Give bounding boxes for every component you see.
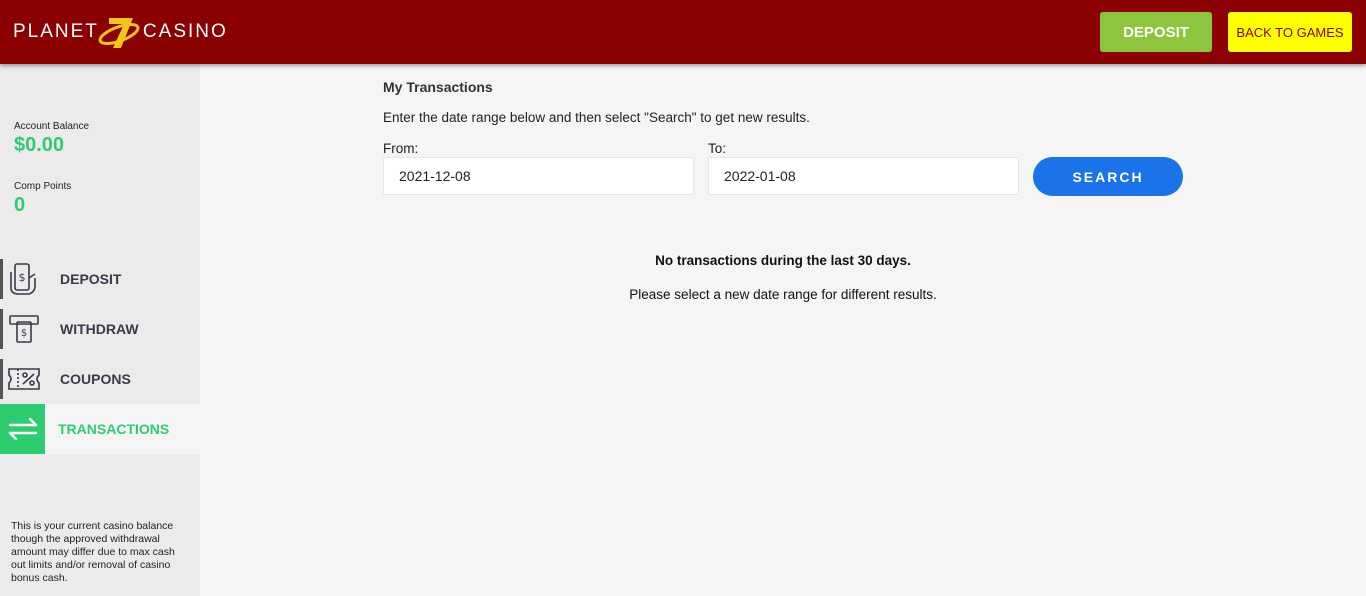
coupon-ticket-icon [3, 359, 45, 399]
sidebar-item-label: TRANSACTIONS [58, 421, 170, 437]
account-balance-label: Account Balance [14, 121, 90, 132]
atm-withdraw-icon: $ [3, 309, 45, 349]
svg-text:$: $ [19, 271, 26, 284]
no-transactions-message: No transactions during the last 30 days. [655, 253, 911, 268]
svg-text:$: $ [21, 328, 27, 339]
sidebar-item-coupons[interactable]: COUPONS [0, 359, 200, 399]
planet-seven-logo-icon [98, 18, 140, 48]
sidebar-item-label: WITHDRAW [60, 321, 139, 337]
account-sidebar: Account Balance $0.00 Comp Points 0 $ DE… [0, 64, 200, 596]
header-deposit-button[interactable]: DEPOSIT [1100, 12, 1212, 52]
from-date-label: From: [383, 141, 419, 156]
search-instructions: Enter the date range below and then sele… [383, 110, 810, 125]
planet-7-casino-logo[interactable]: PLANET CASINO [13, 12, 228, 52]
sidebar-item-deposit[interactable]: $ DEPOSIT [0, 259, 200, 299]
to-date-input[interactable] [708, 157, 1019, 195]
sidebar-item-transactions[interactable]: TRANSACTIONS [0, 404, 200, 454]
deposit-card-icon: $ [3, 259, 45, 299]
account-balance-value: $0.00 [14, 134, 65, 156]
select-new-range-message: Please select a new date range for diffe… [629, 287, 937, 302]
to-date-label: To: [708, 141, 727, 156]
page-title: My Transactions [383, 79, 493, 95]
back-to-games-button[interactable]: BACK TO GAMES [1228, 12, 1352, 52]
comp-points-value: 0 [14, 194, 26, 216]
search-button[interactable]: SEARCH [1033, 157, 1183, 196]
arrows-exchange-icon [0, 404, 45, 454]
sidebar-item-withdraw[interactable]: $ WITHDRAW [0, 309, 200, 349]
sidebar-item-label: COUPONS [60, 371, 131, 387]
sidebar-item-label: DEPOSIT [60, 271, 122, 287]
logo-text-casino: CASINO [142, 21, 228, 42]
from-date-input[interactable] [383, 157, 694, 195]
comp-points-label: Comp Points [14, 181, 72, 192]
balance-disclaimer: This is your current casino balance thou… [11, 520, 175, 584]
top-header: PLANET CASINO DEPOSIT BACK TO GAMES [0, 0, 1366, 64]
logo-text-planet: PLANET [13, 21, 99, 42]
